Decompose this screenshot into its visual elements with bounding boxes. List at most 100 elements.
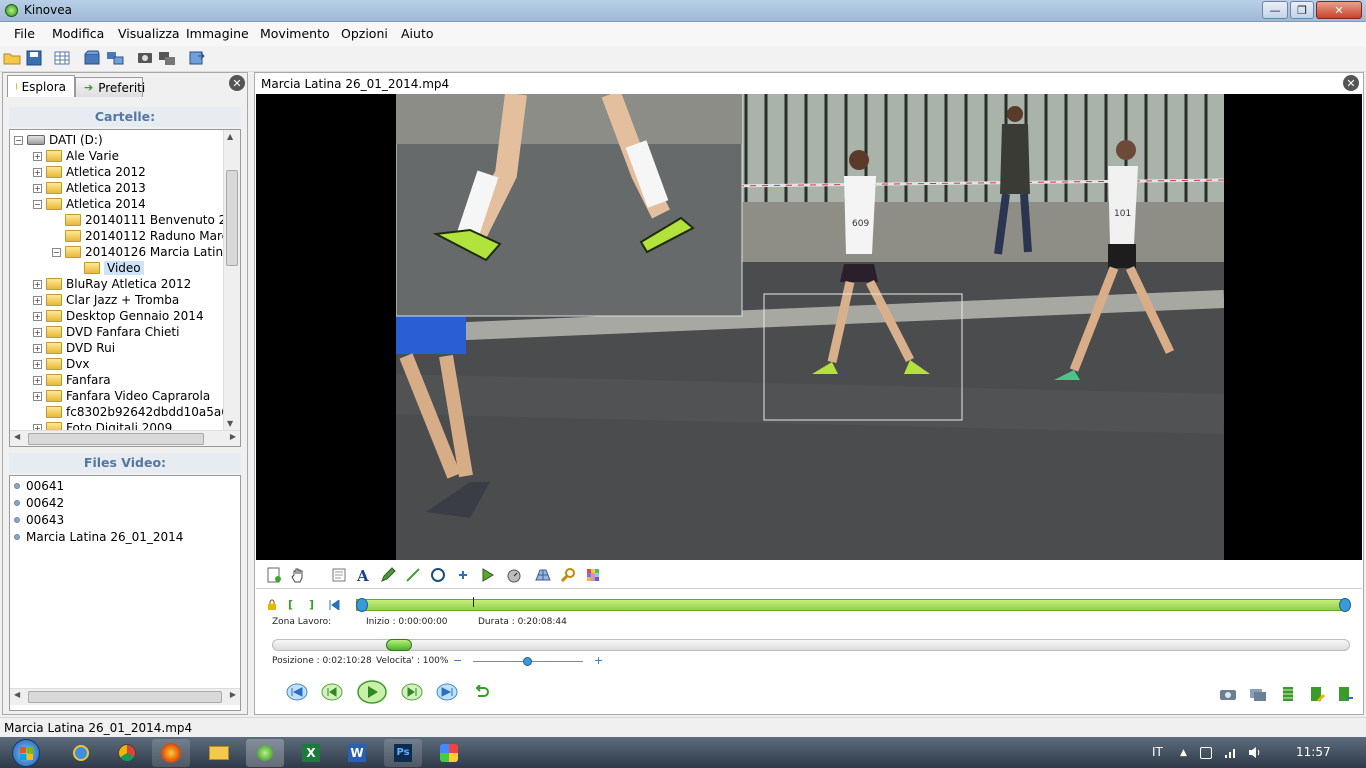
menu-aiuto[interactable]: Aiuto [401,26,434,41]
clock[interactable]: 11:57 [1296,745,1331,759]
speed-increase-button[interactable]: + [594,654,603,667]
navigation-cursor[interactable] [386,639,413,651]
tree-item[interactable]: + Atletica 2013 [33,180,146,196]
cross-marker-icon[interactable] [455,567,471,583]
work-zone-end-handle[interactable] [1339,598,1351,612]
magnifier-icon[interactable] [560,567,576,583]
scroll-right-icon[interactable]: ▶ [230,690,236,699]
explorer-close-button[interactable]: ✕ [229,75,245,91]
scroll-left-icon[interactable]: ◀ [14,690,20,699]
kinovea-icon[interactable] [246,739,284,767]
tree-item[interactable]: 20140112 Raduno Marcia [52,228,239,244]
color-profile-icon[interactable] [585,567,601,583]
menu-opzioni[interactable]: Opzioni [341,26,388,41]
list-item[interactable]: 00643 [14,513,64,527]
work-zone-bar[interactable] [356,599,1346,611]
action-center-icon[interactable] [1200,747,1212,759]
perspective-grid-icon[interactable] [535,567,551,583]
tab-esplora[interactable]: Esplora [7,75,75,97]
export-with-drawings-icon[interactable] [1309,686,1325,702]
snapshot-icon[interactable] [1219,687,1237,701]
scroll-down-icon[interactable]: ▼ [227,419,233,428]
tree-item[interactable]: − Atletica 2014 [33,196,146,212]
start-orb[interactable] [6,739,46,767]
menu-movimento[interactable]: Movimento [260,26,330,41]
list-item[interactable]: 00641 [14,479,64,493]
tree-item[interactable]: fc8302b92642dbdd10a5a6b4c6 [33,404,240,420]
tree-item[interactable]: − DATI (D:) [14,132,103,148]
tree-item[interactable]: + DVD Fanfara Chieti [33,324,179,340]
pencil-icon[interactable] [380,567,396,583]
tray-overflow-icon[interactable]: ▲ [1180,748,1187,758]
tree-item[interactable]: + Dvx [33,356,89,372]
tree-expander-icon[interactable]: − [33,199,42,209]
last-frame-button[interactable] [436,683,458,701]
tree-horizontal-scrollbar[interactable]: ◀ ▶ [10,430,240,446]
save-diaporama-icon[interactable] [1337,686,1353,702]
go-to-start-icon[interactable] [328,600,340,610]
save-icon[interactable] [25,50,43,66]
speed-slider-thumb[interactable] [523,657,532,666]
tree-expander-icon[interactable]: + [33,343,42,353]
lock-icon[interactable] [266,599,278,611]
tree-expander-icon[interactable]: + [33,311,42,321]
ie-icon[interactable] [62,739,100,767]
work-zone-start-handle[interactable] [356,598,368,612]
chrono-icon[interactable] [506,567,522,583]
line-icon[interactable] [405,567,421,583]
excel-icon[interactable]: X [292,739,330,767]
tree-expander-icon[interactable]: + [33,295,42,305]
word-icon[interactable]: W [338,739,376,767]
tree-expander-icon[interactable]: + [33,327,42,337]
open-video-icon[interactable] [83,50,101,66]
tree-item[interactable]: + DVD Rui [33,340,115,356]
tree-scroll-thumb[interactable] [226,170,238,266]
scroll-left-icon[interactable]: ◀ [14,432,20,441]
capture-icon[interactable] [136,50,154,66]
tab-preferiti[interactable]: ➔ Preferiti [75,77,145,97]
open-folder-icon[interactable] [3,50,21,66]
chrome-icon[interactable] [108,739,146,767]
speed-slider-track[interactable] [473,657,583,666]
video-frame[interactable]: 609 101 [396,94,1224,560]
add-keyframe-icon[interactable] [266,567,282,583]
export-video-icon[interactable] [1281,686,1295,702]
player-close-button[interactable]: ✕ [1343,75,1359,91]
text-icon[interactable]: A [355,567,371,583]
tree-expander-icon[interactable]: + [33,183,42,193]
tree-item[interactable]: + Clar Jazz + Tromba [33,292,179,308]
tree-expander-icon[interactable]: + [33,279,42,289]
set-end-button[interactable]: ] [309,598,314,611]
tree-item[interactable]: 20140111 Benvenuto 2014 [52,212,240,228]
dual-capture-icon[interactable] [158,50,176,66]
files-horizontal-scrollbar[interactable]: ◀ ▶ [10,688,240,705]
tree-vertical-scrollbar[interactable]: ▲ ▼ [223,130,240,430]
video-viewport[interactable]: 609 101 [256,94,1362,560]
photoshop-icon[interactable]: Ps [384,739,422,767]
menu-immagine[interactable]: Immagine [186,26,249,41]
grid-view-icon[interactable] [53,50,71,66]
menu-visualizza[interactable]: Visualizza [118,26,180,41]
tree-item[interactable]: + BluRay Atletica 2012 [33,276,191,292]
list-item[interactable]: 00642 [14,496,64,510]
previous-frame-button[interactable] [321,683,343,701]
comment-icon[interactable] [331,567,347,583]
tree-expander-icon[interactable]: + [33,359,42,369]
first-frame-button[interactable] [286,683,308,701]
tree-expander-icon[interactable]: + [33,391,42,401]
angle-icon[interactable] [480,567,496,583]
scroll-right-icon[interactable]: ▶ [230,432,236,441]
tree-item[interactable]: + Fanfara [33,372,111,388]
loop-icon[interactable] [474,685,490,699]
dual-player-icon[interactable] [106,50,124,66]
tree-item[interactable]: + Atletica 2012 [33,164,146,180]
language-indicator[interactable]: IT [1152,745,1163,759]
hand-icon[interactable] [290,567,306,583]
speed-decrease-button[interactable]: − [453,654,462,667]
tree-expander-icon[interactable]: + [33,151,42,161]
tree-expander-icon[interactable]: + [33,167,42,177]
tree-item[interactable]: Video [71,260,144,276]
paint-icon[interactable] [430,739,468,767]
play-button[interactable] [357,680,387,704]
tree-expander-icon[interactable]: − [52,247,61,257]
